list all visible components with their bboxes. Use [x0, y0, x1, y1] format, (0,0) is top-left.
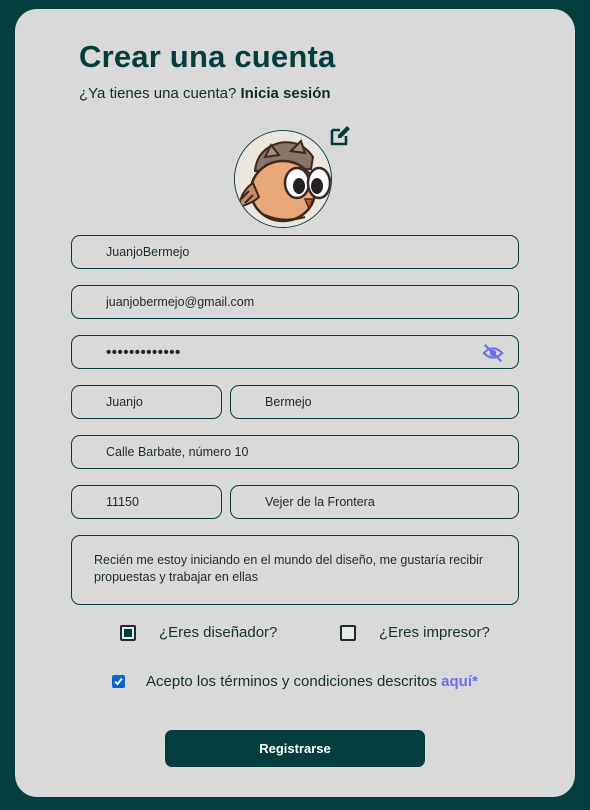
- city-input[interactable]: [231, 486, 518, 518]
- register-card: Crear una cuenta ¿Ya tienes una cuenta? …: [15, 9, 575, 797]
- email-field[interactable]: [71, 285, 519, 319]
- first-name-field[interactable]: [71, 385, 222, 419]
- terms-checkbox[interactable]: [112, 675, 125, 688]
- page-title: Crear una cuenta: [79, 39, 336, 74]
- bio-field[interactable]: Recién me estoy iniciando en el mundo de…: [71, 535, 519, 605]
- checkmark-icon: [114, 677, 123, 686]
- printer-checkbox[interactable]: [340, 625, 356, 641]
- password-input[interactable]: [72, 336, 518, 368]
- terms-label: Acepto los términos y condiciones descri…: [146, 673, 437, 690]
- first-name-input[interactable]: [72, 386, 221, 418]
- avatar[interactable]: [234, 130, 332, 228]
- postal-code-field[interactable]: [71, 485, 222, 519]
- printer-label: ¿Eres impresor?: [379, 624, 490, 641]
- terms-link[interactable]: aquí*: [441, 673, 478, 690]
- owl-avatar-image: [235, 131, 331, 227]
- username-input[interactable]: [72, 236, 518, 268]
- password-field[interactable]: [71, 335, 519, 369]
- register-button[interactable]: Registrarse: [165, 730, 425, 767]
- login-prompt: ¿Ya tienes una cuenta? Inicia sesión: [79, 85, 331, 102]
- login-prompt-text: ¿Ya tienes una cuenta?: [79, 85, 237, 102]
- email-input[interactable]: [72, 286, 518, 318]
- last-name-field[interactable]: [230, 385, 519, 419]
- terms-text: Acepto los términos y condiciones descri…: [146, 673, 478, 690]
- bio-textarea[interactable]: Recién me estoy iniciando en el mundo de…: [72, 536, 518, 604]
- address-input[interactable]: [72, 436, 518, 468]
- city-field[interactable]: [230, 485, 519, 519]
- designer-checkbox[interactable]: [120, 625, 136, 641]
- postal-code-input[interactable]: [72, 486, 221, 518]
- login-link[interactable]: Inicia sesión: [241, 85, 331, 102]
- address-field[interactable]: [71, 435, 519, 469]
- eye-slash-icon[interactable]: [482, 343, 504, 363]
- username-field[interactable]: [71, 235, 519, 269]
- edit-avatar-icon[interactable]: [328, 124, 352, 148]
- last-name-input[interactable]: [231, 386, 518, 418]
- designer-label: ¿Eres diseñador?: [159, 624, 278, 641]
